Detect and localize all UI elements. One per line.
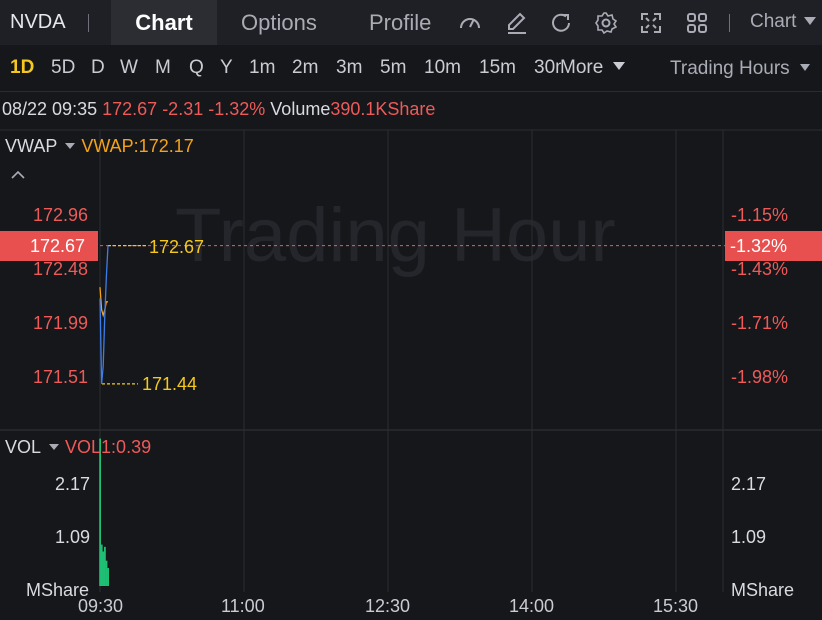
y-tick-pct: -1.15% (731, 205, 789, 225)
current-price-badge: 172.67 (0, 231, 98, 261)
y-tick: 171.99 (33, 313, 89, 333)
vol-indicator[interactable]: VOL VOL1:0.39 (5, 437, 151, 458)
x-tick: 14:00 (509, 596, 555, 616)
vol-tick: 2.17 (731, 474, 767, 494)
current-pct-badge: -1.32% (725, 231, 822, 261)
vol-tick: 2.17 (55, 474, 91, 494)
y-tick-pct: -1.98% (731, 367, 789, 387)
chart-canvas[interactable] (0, 0, 822, 620)
chevron-up-icon[interactable] (11, 169, 25, 181)
y-tick-pct: -1.71% (731, 313, 789, 333)
x-tick: 11:00 (221, 596, 265, 616)
grid (0, 129, 822, 592)
vol-tick: 1.09 (55, 527, 91, 547)
vwap-indicator[interactable]: VWAP VWAP:172.17 (5, 136, 194, 157)
y-tick: 171.51 (33, 367, 89, 387)
chevron-down-icon (65, 143, 76, 149)
chevron-down-icon (49, 444, 60, 450)
low-price-label: 171.44 (142, 374, 198, 394)
y-tick: 172.96 (33, 205, 89, 225)
vwap-series-line (99, 287, 108, 318)
volume-bar (102, 551, 105, 586)
volume-bar (107, 568, 110, 586)
price-lines (99, 245, 109, 384)
vol-name: VOL (5, 437, 42, 457)
vol-tick: 1.09 (731, 527, 767, 547)
x-tick: 09:30 (78, 596, 124, 616)
volume-bar (99, 438, 101, 586)
volume-bar (105, 560, 108, 586)
high-price-label: 172.67 (149, 237, 205, 257)
vwap-name: VWAP (5, 136, 58, 156)
volume-bars (99, 438, 110, 586)
vwap-value: VWAP:172.17 (81, 136, 194, 156)
x-tick: 12:30 (365, 596, 411, 616)
x-tick: 15:30 (653, 596, 699, 616)
y-tick-pct: -1.43% (731, 259, 789, 279)
vol-value: VOL1:0.39 (65, 437, 152, 457)
vol-unit: MShare (731, 580, 795, 600)
y-tick: 172.48 (33, 259, 89, 279)
volume-bar (100, 544, 103, 586)
volume-bar (104, 546, 106, 586)
